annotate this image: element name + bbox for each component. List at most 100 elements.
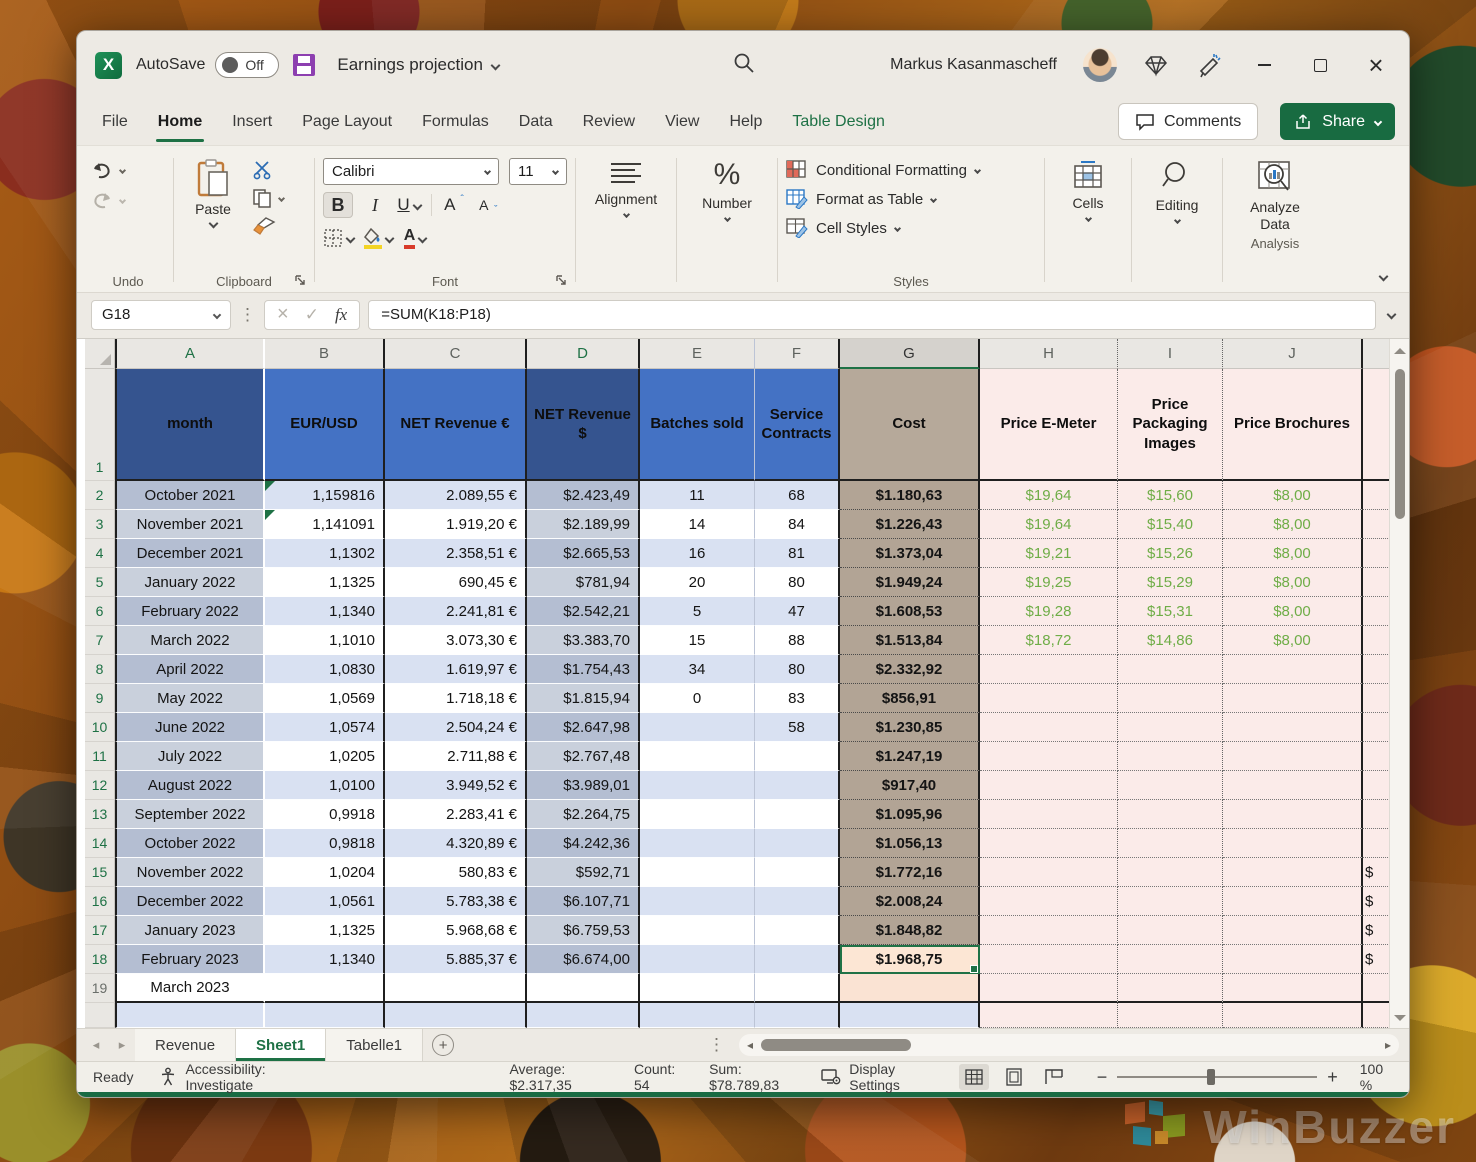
cell-I5[interactable]: $15,29 <box>1118 568 1223 597</box>
cell-F17[interactable] <box>755 916 840 945</box>
cell-H4[interactable]: $19,21 <box>980 539 1118 568</box>
cell-I3[interactable]: $15,40 <box>1118 510 1223 539</box>
cell-E4[interactable]: 16 <box>640 539 755 568</box>
column-header-A[interactable]: A <box>115 339 265 369</box>
cell-E5[interactable]: 20 <box>640 568 755 597</box>
cell-B13[interactable]: 0,9918 <box>265 800 385 829</box>
cell-F11[interactable] <box>755 742 840 771</box>
cell-D16[interactable]: $6.107,71 <box>527 887 640 916</box>
cell-G7[interactable]: $1.513,84 <box>840 626 980 655</box>
vertical-scrollbar[interactable] <box>1389 339 1409 1028</box>
prev-sheet-icon[interactable] <box>83 1029 109 1061</box>
header-cell-A1[interactable]: month <box>115 369 265 481</box>
cell-K-partial[interactable] <box>1363 1003 1390 1028</box>
cell-B15[interactable]: 1,0204 <box>265 858 385 887</box>
cell-F-partial[interactable] <box>755 1003 840 1028</box>
cell-I18[interactable] <box>1118 945 1223 974</box>
cell-H7[interactable]: $18,72 <box>980 626 1118 655</box>
cell-C4[interactable]: 2.358,51 € <box>385 539 527 568</box>
cell-C13[interactable]: 2.283,41 € <box>385 800 527 829</box>
cell-I-partial[interactable] <box>1118 1003 1223 1028</box>
cell-D2[interactable]: $2.423,49 <box>527 481 640 510</box>
cell-A5[interactable]: January 2022 <box>115 568 265 597</box>
cell-J19[interactable] <box>1223 974 1363 1003</box>
column-header-G[interactable]: G <box>840 339 980 369</box>
cut-scissors-icon[interactable] <box>252 160 284 180</box>
cell-J13[interactable] <box>1223 800 1363 829</box>
cell-F3[interactable]: 84 <box>755 510 840 539</box>
cell-F4[interactable]: 81 <box>755 539 840 568</box>
cell-J-partial[interactable] <box>1223 1003 1363 1028</box>
column-header-B[interactable]: B <box>265 339 385 369</box>
row-header-12[interactable]: 12 <box>85 771 115 800</box>
cell-F18[interactable] <box>755 945 840 974</box>
tab-home[interactable]: Home <box>143 99 217 145</box>
cell-K16[interactable]: $ <box>1363 887 1390 916</box>
cell-H14[interactable] <box>980 829 1118 858</box>
cell-I4[interactable]: $15,26 <box>1118 539 1223 568</box>
cell-A12[interactable]: August 2022 <box>115 771 265 800</box>
zoom-level[interactable]: 100 % <box>1360 1061 1393 1093</box>
cell-J7[interactable]: $8,00 <box>1223 626 1363 655</box>
status-average[interactable]: Average: $2.317,35 <box>509 1061 608 1093</box>
cell-F14[interactable] <box>755 829 840 858</box>
cell-G19[interactable] <box>840 974 980 1003</box>
cell-K19[interactable] <box>1363 974 1390 1003</box>
cell-K4[interactable] <box>1363 539 1390 568</box>
cell-I19[interactable] <box>1118 974 1223 1003</box>
cell-A9[interactable]: May 2022 <box>115 684 265 713</box>
close-button[interactable] <box>1361 50 1391 80</box>
row-header-19[interactable]: 19 <box>85 974 115 1003</box>
autosave-switch[interactable]: Off <box>215 52 279 78</box>
header-cell-I1[interactable]: Price Packaging Images <box>1118 369 1223 481</box>
cell-J12[interactable] <box>1223 771 1363 800</box>
cell-G-partial[interactable] <box>840 1003 980 1028</box>
cell-F2[interactable]: 68 <box>755 481 840 510</box>
normal-view-button[interactable] <box>959 1064 989 1090</box>
cell-A6[interactable]: February 2022 <box>115 597 265 626</box>
cell-styles-button[interactable]: Cell Styles <box>786 218 980 238</box>
underline-button[interactable]: U <box>397 192 421 218</box>
column-header-I[interactable]: I <box>1118 339 1223 369</box>
tab-file[interactable]: File <box>87 99 143 145</box>
cell-A14[interactable]: October 2022 <box>115 829 265 858</box>
cell-A2[interactable]: October 2021 <box>115 481 265 510</box>
cell-G18[interactable]: $1.968,75 <box>840 945 980 974</box>
cell-K14[interactable] <box>1363 829 1390 858</box>
horizontal-scroll-thumb[interactable] <box>761 1039 911 1051</box>
cell-D3[interactable]: $2.189,99 <box>527 510 640 539</box>
cell-H13[interactable] <box>980 800 1118 829</box>
cell-B8[interactable]: 1,0830 <box>265 655 385 684</box>
cell-K8[interactable] <box>1363 655 1390 684</box>
cell-K12[interactable] <box>1363 771 1390 800</box>
cell-C3[interactable]: 1.919,20 € <box>385 510 527 539</box>
cell-I14[interactable] <box>1118 829 1223 858</box>
cell-C18[interactable]: 5.885,37 € <box>385 945 527 974</box>
fill-color-button[interactable] <box>364 225 393 251</box>
cell-A16[interactable]: December 2022 <box>115 887 265 916</box>
ribbon-collapse-icon[interactable] <box>1379 272 1389 282</box>
sheet-tab-sheet1[interactable]: Sheet1 <box>236 1029 326 1061</box>
cell-E13[interactable] <box>640 800 755 829</box>
cell-D9[interactable]: $1.815,94 <box>527 684 640 713</box>
cell-H6[interactable]: $19,28 <box>980 597 1118 626</box>
conditional-formatting-button[interactable]: Conditional Formatting <box>786 160 980 180</box>
cell-A18[interactable]: February 2023 <box>115 945 265 974</box>
cell-H5[interactable]: $19,25 <box>980 568 1118 597</box>
cell-G4[interactable]: $1.373,04 <box>840 539 980 568</box>
cell-F5[interactable]: 80 <box>755 568 840 597</box>
tab-view[interactable]: View <box>650 99 714 145</box>
cell-C7[interactable]: 3.073,30 € <box>385 626 527 655</box>
tab-help[interactable]: Help <box>714 99 777 145</box>
scroll-right-icon[interactable] <box>1385 1038 1391 1052</box>
cell-E17[interactable] <box>640 916 755 945</box>
cell-G15[interactable]: $1.772,16 <box>840 858 980 887</box>
cell-H10[interactable] <box>980 713 1118 742</box>
vertical-scroll-thumb[interactable] <box>1395 369 1405 519</box>
cell-I13[interactable] <box>1118 800 1223 829</box>
cell-B18[interactable]: 1,1340 <box>265 945 385 974</box>
cell-H19[interactable] <box>980 974 1118 1003</box>
cell-C12[interactable]: 3.949,52 € <box>385 771 527 800</box>
cell-C11[interactable]: 2.711,88 € <box>385 742 527 771</box>
zoom-in-button[interactable]: + <box>1327 1067 1338 1088</box>
